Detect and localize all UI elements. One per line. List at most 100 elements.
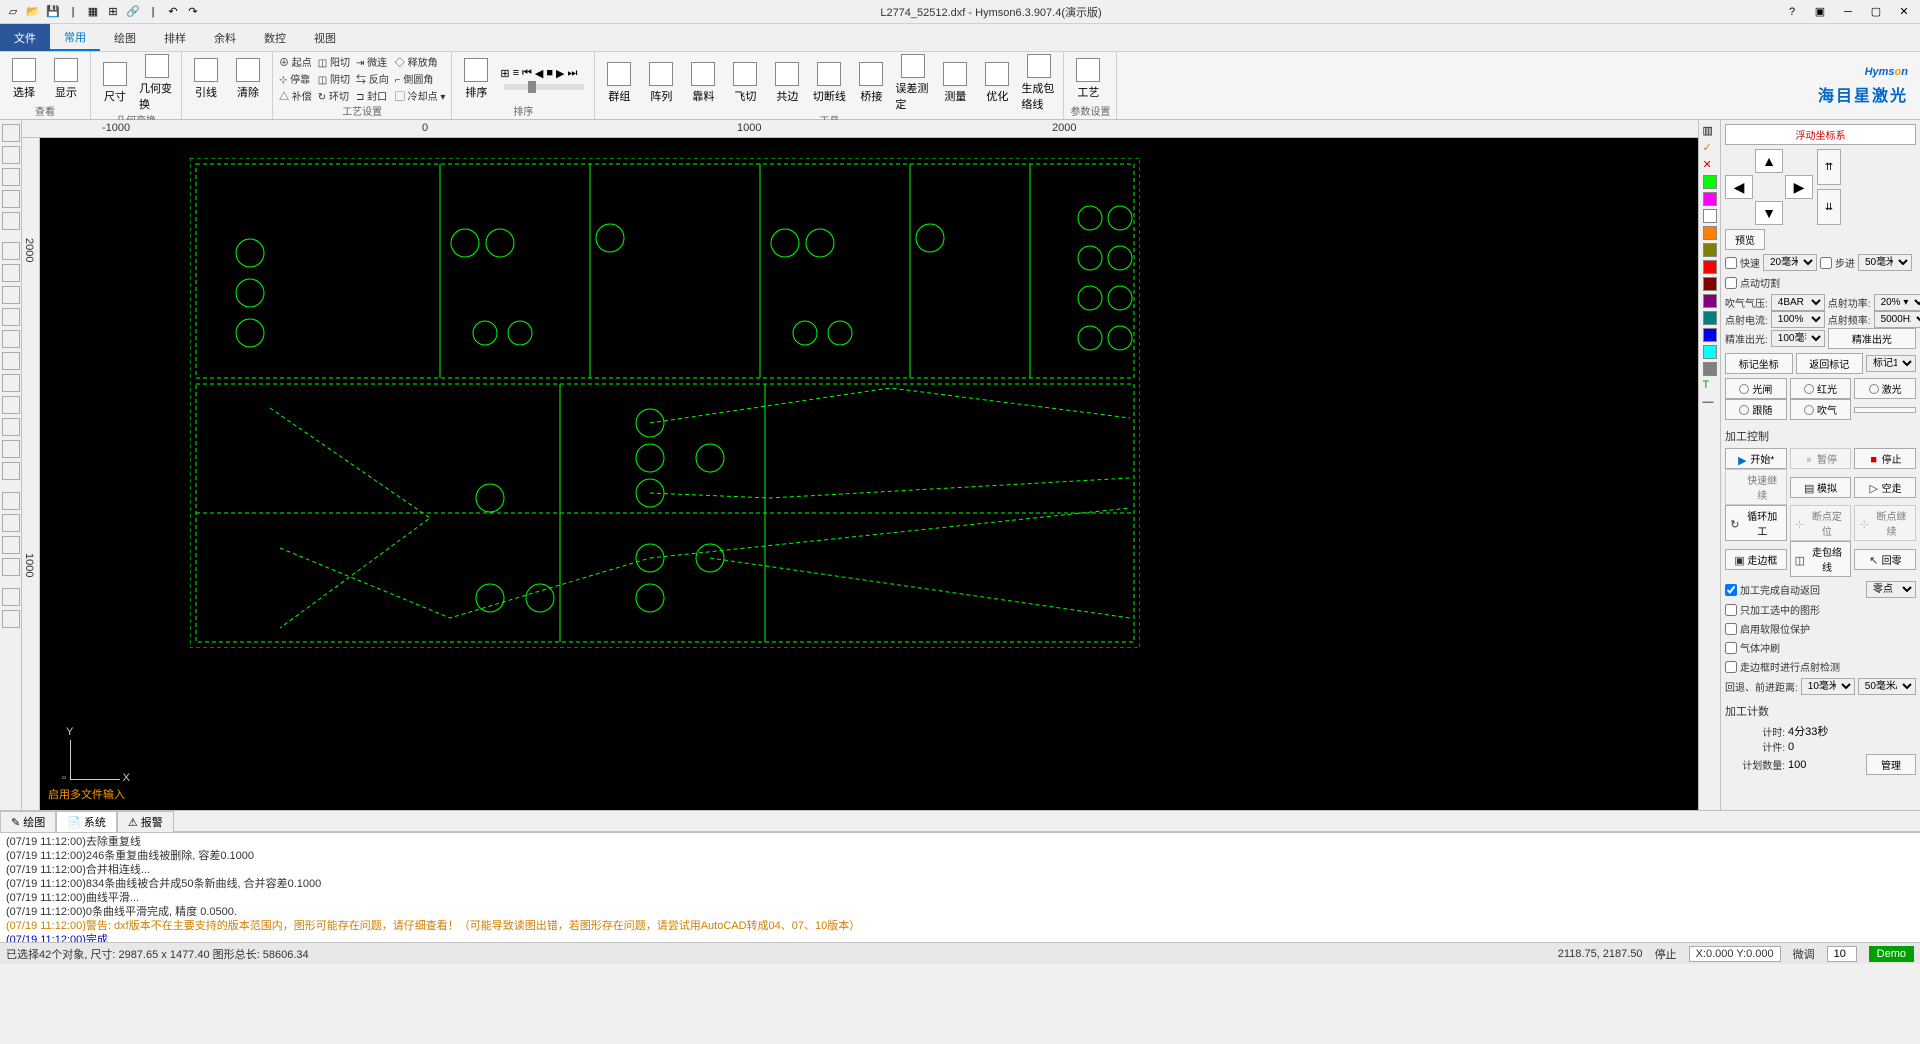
dot-cut-checkbox[interactable] <box>1725 277 1737 289</box>
param-0-a[interactable]: 4BAR ▾ <box>1771 294 1825 311</box>
back-speed-select[interactable]: 50毫米/s ▾ <box>1858 678 1916 695</box>
tool-6[interactable]: 桥接 <box>853 62 889 104</box>
start-point[interactable]: ⊕ 起点 <box>279 54 312 69</box>
redo-icon[interactable]: ↷ <box>184 3 202 21</box>
point-tool-icon[interactable] <box>2 242 20 260</box>
display-button[interactable]: 显示 <box>48 58 84 100</box>
micro-joint[interactable]: ⇥ 微连 <box>356 54 389 69</box>
proc-0-2[interactable]: ■停止 <box>1854 448 1916 469</box>
pointer-tool-icon[interactable] <box>2 124 20 142</box>
grid-icon[interactable]: ▦ <box>84 3 102 21</box>
close-icon[interactable]: ✕ <box>1892 2 1916 22</box>
color-swatch-4[interactable] <box>1703 243 1717 257</box>
radio-1-1[interactable]: 吹气 <box>1790 399 1852 420</box>
sort-play-icon[interactable]: ◀ <box>535 67 543 80</box>
layer-marker-icon[interactable]: ▥ <box>1703 124 1717 138</box>
tool-8[interactable]: 测量 <box>937 62 973 104</box>
color-swatch-3[interactable] <box>1703 226 1717 240</box>
polygon-tool-icon[interactable] <box>2 396 20 414</box>
ribbon-toggle-icon[interactable]: ▣ <box>1808 2 1832 22</box>
fine-input[interactable] <box>1827 946 1857 962</box>
preview-button[interactable]: 预览 <box>1725 229 1765 250</box>
tool-5[interactable]: 切断线 <box>811 62 847 104</box>
transform-button[interactable]: 几何变换 <box>139 54 175 112</box>
color-swatch-0[interactable] <box>1703 175 1717 189</box>
tool-0[interactable]: 群组 <box>601 62 637 104</box>
menu-view[interactable]: 视图 <box>300 24 350 51</box>
jog-down[interactable]: ▼ <box>1755 201 1783 225</box>
lead-button[interactable]: 引线 <box>188 58 224 100</box>
color-swatch-10[interactable] <box>1703 345 1717 359</box>
align-icon[interactable]: ⊞ <box>104 3 122 21</box>
color-swatch-1[interactable] <box>1703 192 1717 206</box>
arc-tool-icon[interactable] <box>2 330 20 348</box>
color-swatch-2[interactable] <box>1703 209 1717 223</box>
menu-draw[interactable]: 绘图 <box>100 24 150 51</box>
sort-first-icon[interactable]: ⏮ <box>522 67 532 80</box>
layer-x-icon[interactable]: ✕ <box>1703 158 1717 172</box>
origin-select[interactable]: 零点 <box>1866 581 1916 598</box>
compensate[interactable]: △ 补偿 <box>279 88 312 103</box>
radio-1-0[interactable]: 跟随 <box>1725 399 1787 420</box>
param-1-b[interactable]: 5000Hz ▾ <box>1874 311 1920 328</box>
proc-1-1[interactable]: ▤模拟 <box>1790 477 1852 498</box>
coord-system-select[interactable]: 浮动坐标系 <box>1725 124 1916 145</box>
tool-2[interactable]: 靠料 <box>685 62 721 104</box>
fast-select[interactable]: 20毫米 ▾ <box>1763 254 1817 271</box>
tab-draw[interactable]: ✎绘图 <box>0 811 56 832</box>
node-tool-icon[interactable] <box>2 146 20 164</box>
sort-button[interactable]: 排序 <box>458 58 494 100</box>
sort-next-icon[interactable]: ▶ <box>556 67 564 80</box>
menu-nest[interactable]: 排样 <box>150 24 200 51</box>
color-swatch-5[interactable] <box>1703 260 1717 274</box>
fillet[interactable]: ⌐ 倒圆角 <box>395 71 446 86</box>
pan-tool-icon[interactable] <box>2 168 20 186</box>
hand-tool-icon[interactable] <box>2 190 20 208</box>
only-selected-checkbox[interactable] <box>1725 604 1737 616</box>
release-angle[interactable]: ◇ 释放角 <box>395 54 446 69</box>
step-checkbox[interactable] <box>1820 257 1832 269</box>
star-tool-icon[interactable] <box>2 418 20 436</box>
seal[interactable]: ⊐ 封口 <box>356 88 389 103</box>
line-layer-icon[interactable]: — <box>1703 396 1717 410</box>
group-tool-icon[interactable] <box>2 514 20 532</box>
save-icon[interactable]: 💾 <box>44 3 62 21</box>
more-tool-icon[interactable] <box>2 588 20 606</box>
polyline-tool-icon[interactable] <box>2 286 20 304</box>
menu-cnc[interactable]: 数控 <box>250 24 300 51</box>
precise-light-button[interactable]: 精准出光 <box>1828 328 1916 349</box>
color-swatch-8[interactable] <box>1703 311 1717 325</box>
minimize-icon[interactable]: ─ <box>1836 2 1860 22</box>
tool-9[interactable]: 优化 <box>979 62 1015 104</box>
craft-button[interactable]: 工艺 <box>1070 58 1106 100</box>
tab-alarm[interactable]: ⚠报警 <box>117 811 174 832</box>
z-down-button[interactable]: ⇊ <box>1817 189 1841 225</box>
proc-1-0[interactable]: 快速继续 <box>1725 469 1787 505</box>
new-icon[interactable]: ▱ <box>4 3 22 21</box>
jog-left[interactable]: ◀ <box>1725 175 1753 199</box>
sort-last-icon[interactable]: ⏭ <box>568 67 578 80</box>
step-select[interactable]: 50毫米 ▾ <box>1858 254 1912 271</box>
help-icon[interactable]: ? <box>1780 2 1804 22</box>
sort-list-icon[interactable]: ≡ <box>513 67 519 80</box>
reverse[interactable]: ⇆ 反向 <box>356 71 389 86</box>
measure-tool-icon[interactable] <box>2 558 20 576</box>
text-layer-icon[interactable]: T <box>1703 379 1717 393</box>
open-icon[interactable]: 📂 <box>24 3 42 21</box>
fast-checkbox[interactable] <box>1725 257 1737 269</box>
jog-up[interactable]: ▲ <box>1755 149 1783 173</box>
zoom-tool-icon[interactable] <box>2 212 20 230</box>
tool-4[interactable]: 共边 <box>769 62 805 104</box>
proc-2-0[interactable]: ↻循环加工 <box>1725 505 1787 541</box>
frame-dot-checkbox[interactable] <box>1725 661 1737 673</box>
drawing-canvas[interactable]: Y X ▫ 启用多文件输入 <box>40 138 1698 810</box>
line-tool-icon[interactable] <box>2 264 20 282</box>
link-icon[interactable]: 🔗 <box>124 3 142 21</box>
dock[interactable]: ⊹ 停靠 <box>279 71 312 86</box>
log-panel[interactable]: (07/19 11:12:00)去除重复线(07/19 11:12:00)246… <box>0 832 1920 942</box>
mark-select[interactable]: 标记1 ▾ <box>1866 355 1916 372</box>
proc-2-2[interactable]: ⊹断点继续 <box>1854 505 1916 541</box>
back-dist-select[interactable]: 10毫米 ▾ <box>1801 678 1855 695</box>
layer-tool-icon[interactable] <box>2 492 20 510</box>
tool-3[interactable]: 飞切 <box>727 62 763 104</box>
